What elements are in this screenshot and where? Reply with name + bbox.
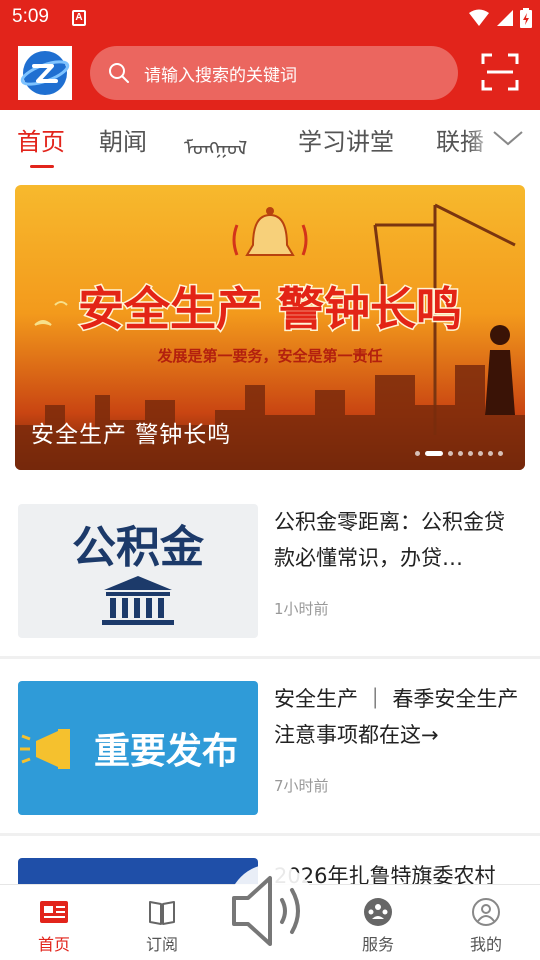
battery-icon <box>520 8 532 28</box>
news-title: 公积金零距离：公积金贷款必懂常识，办贷… <box>274 510 505 570</box>
nav-services[interactable]: 服务 <box>324 885 432 960</box>
status-time: 5:09 <box>12 6 49 27</box>
news-icon <box>40 901 68 923</box>
wifi-icon <box>469 9 489 26</box>
news-time: 7小时前 <box>274 777 329 795</box>
scan-icon <box>481 53 519 91</box>
status-icons <box>468 6 532 30</box>
notification-icon: A <box>72 10 86 26</box>
carousel-dot[interactable] <box>458 451 463 456</box>
carousel-dot[interactable] <box>498 451 503 456</box>
nav-subscribe[interactable]: 订阅 <box>108 885 216 960</box>
search-icon <box>109 63 129 83</box>
chevron-down-icon[interactable] <box>492 128 524 148</box>
header: 请输入搜索的关键词 <box>0 36 540 110</box>
carousel-dots <box>415 451 503 456</box>
nav-home[interactable]: 首页 <box>0 885 108 960</box>
tab-morning-news[interactable]: 朝闻 <box>99 122 147 157</box>
speaker-icon <box>228 864 316 952</box>
news-thumbnail: 重要发布 <box>18 681 258 815</box>
thumb-text: 重要发布 <box>94 731 238 772</box>
carousel-dot[interactable] <box>478 451 483 456</box>
carousel-dot[interactable] <box>425 451 443 456</box>
book-icon <box>149 901 175 925</box>
channel-tabs: 首页 朝闻 ᠮᠣᠩᠭᠣᠯ 学习讲堂 联播 <box>0 110 540 172</box>
app-logo[interactable] <box>18 46 72 100</box>
scan-button[interactable] <box>480 52 520 92</box>
banner-subline: 发展是第一要务，安全是第一责任 <box>156 347 382 365</box>
news-thumbnail: 公积金 <box>18 504 258 638</box>
profile-icon <box>472 898 500 926</box>
tab-home[interactable]: 首页 <box>17 122 65 157</box>
status-bar: 5:09 A <box>0 0 540 36</box>
tab-study-lecture[interactable]: 学习讲堂 <box>298 122 394 157</box>
nav-profile-label: 我的 <box>469 935 502 954</box>
thumb-text: 公积金 <box>72 522 205 573</box>
services-icon <box>364 898 392 926</box>
audio-player-button[interactable] <box>222 858 322 958</box>
news-time: 1小时前 <box>274 600 329 618</box>
carousel-dot[interactable] <box>448 451 453 456</box>
carousel-dot[interactable] <box>488 451 493 456</box>
nav-profile[interactable]: 我的 <box>432 885 540 960</box>
signal-icon <box>497 10 513 26</box>
nav-subscribe-label: 订阅 <box>145 935 178 954</box>
banner-headline: 安全生产 警钟长鸣 <box>78 282 462 336</box>
tab-mongolian[interactable]: ᠮᠣᠩᠭᠣᠯ <box>184 126 247 161</box>
search-placeholder: 请输入搜索的关键词 <box>144 65 297 86</box>
logo-icon <box>20 51 70 95</box>
search-bar[interactable]: 请输入搜索的关键词 <box>90 46 458 100</box>
news-title: 安全生产 ｜ 春季安全生产注意事项都在这→ <box>274 687 519 747</box>
carousel-dot[interactable] <box>415 451 420 456</box>
active-tab-indicator <box>30 165 54 168</box>
carousel-dot[interactable] <box>468 451 473 456</box>
nav-services-label: 服务 <box>361 935 394 954</box>
news-item[interactable]: 公积金 公积金零距离：公积金贷款必懂常识，办贷… 1小时前 <box>0 482 540 638</box>
nav-home-label: 首页 <box>37 935 70 954</box>
news-item[interactable]: 重要发布 安全生产 ｜ 春季安全生产注意事项都在这→ 7小时前 <box>0 659 540 815</box>
banner-caption: 安全生产 警钟长鸣 <box>31 422 232 448</box>
banner-carousel[interactable]: 安全生产 警钟长鸣 发展是第一要务，安全是第一责任 安全生产 警钟长鸣 <box>15 185 525 470</box>
